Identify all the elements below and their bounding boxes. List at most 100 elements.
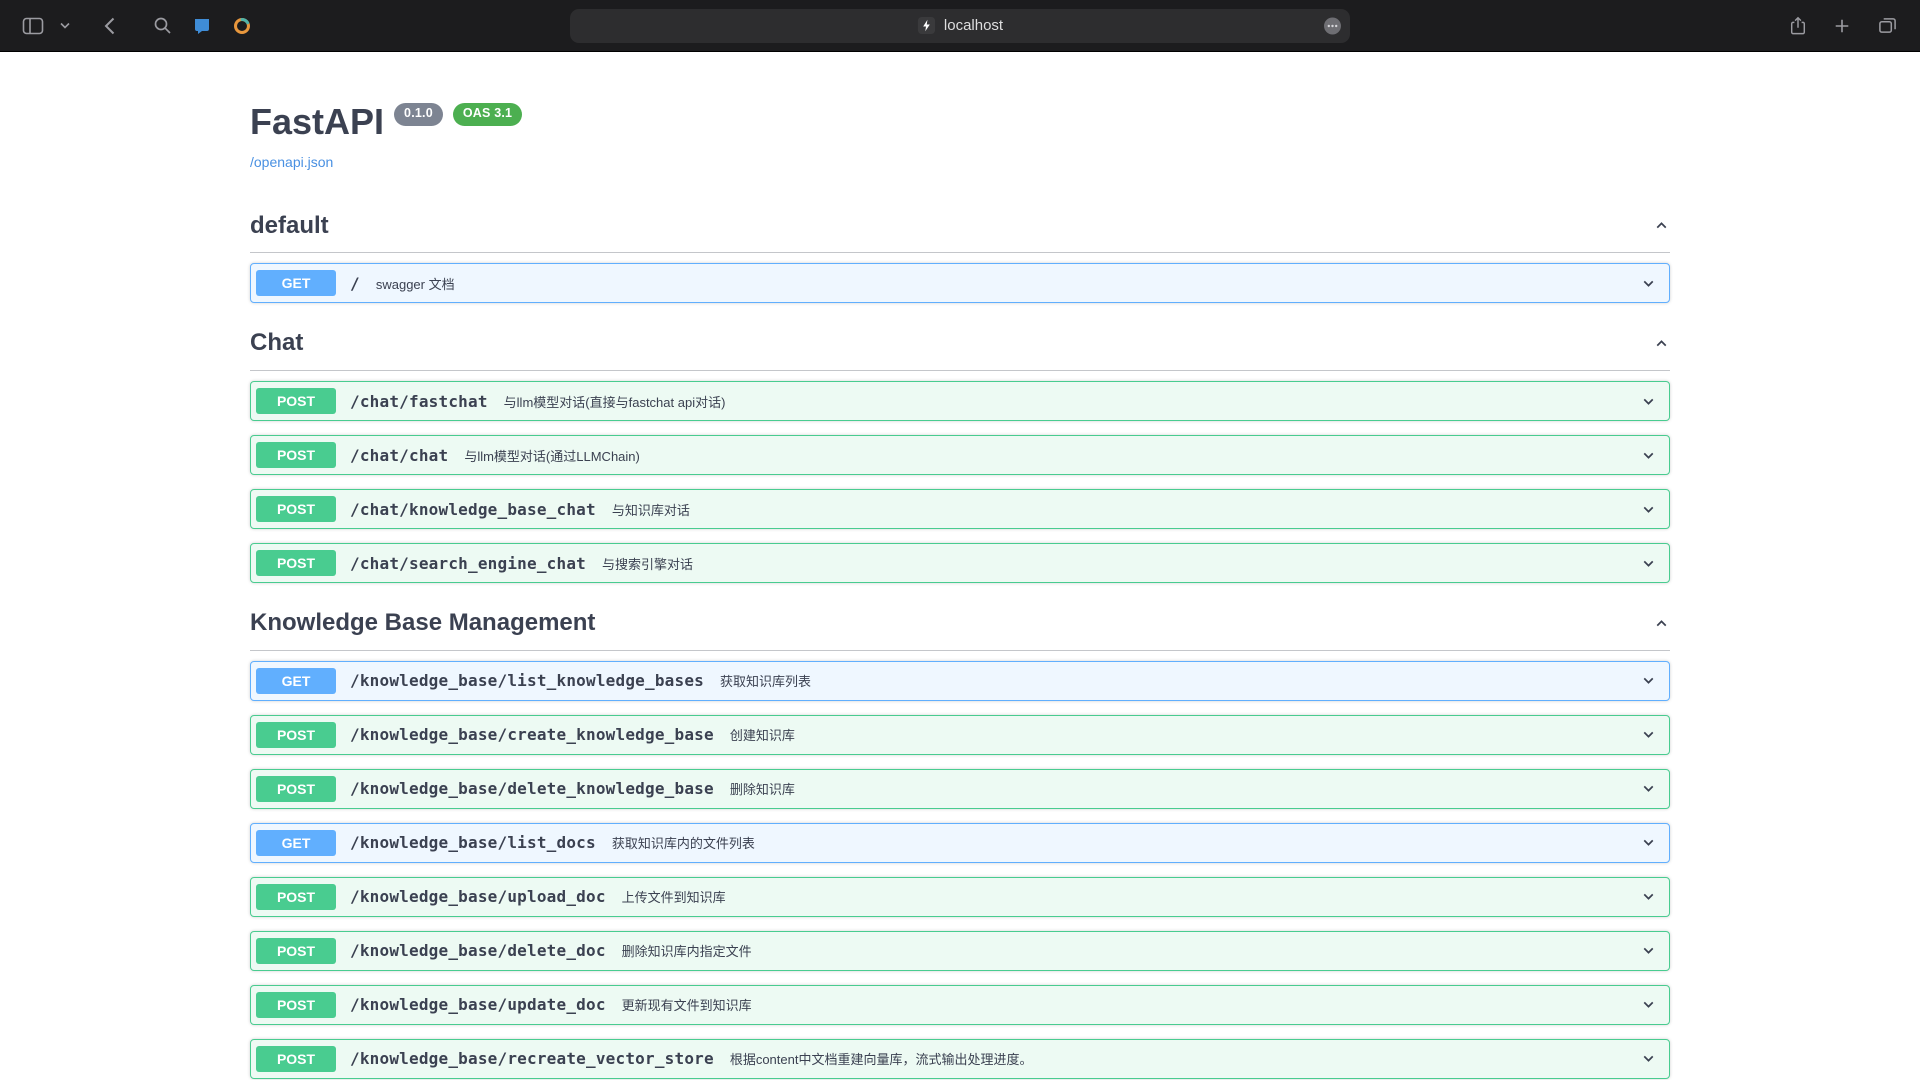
operation-path: /chat/chat [350, 446, 448, 465]
page-more-icon[interactable] [1323, 16, 1342, 35]
api-section: Chat POST /chat/fastchat 与llm模型对话(直接与fas… [250, 317, 1670, 583]
operation-path: /chat/fastchat [350, 392, 488, 411]
expand-operation-icon[interactable] [1640, 780, 1657, 797]
extension-blue-icon[interactable] [186, 10, 218, 42]
section-title: Knowledge Base Management [250, 609, 595, 638]
operation-row[interactable]: POST /knowledge_base/create_knowledge_ba… [250, 715, 1670, 755]
collapse-section-icon[interactable] [1653, 335, 1670, 352]
site-favicon [917, 16, 936, 35]
operation-summary: 删除知识库 [730, 779, 795, 798]
operation-summary: 与搜索引擎对话 [602, 554, 693, 573]
search-button[interactable] [147, 10, 178, 41]
method-badge: POST [256, 1046, 336, 1072]
operation-path: / [350, 274, 360, 293]
operation-row[interactable]: POST /chat/search_engine_chat 与搜索引擎对话 [250, 543, 1670, 583]
tab-overview-button[interactable] [1871, 10, 1904, 41]
openapi-json-link[interactable]: /openapi.json [250, 154, 333, 170]
method-badge: POST [256, 938, 336, 964]
method-badge: POST [256, 884, 336, 910]
operation-row[interactable]: POST /knowledge_base/delete_knowledge_ba… [250, 769, 1670, 809]
operation-row[interactable]: POST /chat/chat 与llm模型对话(通过LLMChain) [250, 435, 1670, 475]
expand-operation-icon[interactable] [1640, 555, 1657, 572]
operation-row[interactable]: POST /knowledge_base/recreate_vector_sto… [250, 1039, 1670, 1079]
expand-operation-icon[interactable] [1640, 942, 1657, 959]
operation-summary: 获取知识库列表 [720, 671, 811, 690]
method-badge: POST [256, 388, 336, 414]
operation-summary: 根据content中文档重建向量库，流式输出处理进度。 [730, 1049, 1033, 1068]
back-button[interactable] [98, 11, 121, 41]
method-badge: GET [256, 270, 336, 296]
expand-operation-icon[interactable] [1640, 672, 1657, 689]
expand-operation-icon[interactable] [1640, 1050, 1657, 1067]
operation-path: /knowledge_base/update_doc [350, 995, 606, 1014]
expand-operation-icon[interactable] [1640, 726, 1657, 743]
method-badge: POST [256, 496, 336, 522]
section-header[interactable]: default [250, 200, 1670, 254]
operation-summary: 删除知识库内指定文件 [622, 941, 752, 960]
method-badge: POST [256, 776, 336, 802]
operation-row[interactable]: POST /knowledge_base/upload_doc 上传文件到知识库 [250, 877, 1670, 917]
operation-path: /knowledge_base/recreate_vector_store [350, 1049, 714, 1068]
operation-summary: 创建知识库 [730, 725, 795, 744]
expand-operation-icon[interactable] [1640, 888, 1657, 905]
oas-badge: OAS 3.1 [453, 103, 522, 126]
operation-row[interactable]: GET /knowledge_base/list_docs 获取知识库内的文件列… [250, 823, 1670, 863]
api-title-text: FastAPI [250, 102, 384, 142]
operation-path: /knowledge_base/create_knowledge_base [350, 725, 714, 744]
operation-row[interactable]: GET / swagger 文档 [250, 263, 1670, 303]
method-badge: POST [256, 550, 336, 576]
operation-row[interactable]: POST /chat/fastchat 与llm模型对话(直接与fastchat… [250, 381, 1670, 421]
api-sections: default GET / swagger 文档 Chat POST /chat… [250, 200, 1670, 1079]
api-section: Knowledge Base Management GET /knowledge… [250, 597, 1670, 1079]
section-operations: GET / swagger 文档 [250, 263, 1670, 303]
method-badge: GET [256, 668, 336, 694]
share-button[interactable] [1783, 9, 1813, 43]
section-title: default [250, 212, 329, 241]
operation-path: /knowledge_base/upload_doc [350, 887, 606, 906]
method-badge: GET [256, 830, 336, 856]
collapse-section-icon[interactable] [1653, 217, 1670, 234]
operation-summary: 与llm模型对话(直接与fastchat api对话) [504, 392, 726, 411]
browser-toolbar: localhost [0, 0, 1920, 52]
operation-summary: 上传文件到知识库 [622, 887, 726, 906]
operation-path: /knowledge_base/delete_doc [350, 941, 606, 960]
section-operations: GET /knowledge_base/list_knowledge_bases… [250, 661, 1670, 1079]
version-badge: 0.1.0 [394, 103, 443, 126]
sidebar-toggle-button[interactable] [16, 11, 50, 41]
method-badge: POST [256, 992, 336, 1018]
expand-operation-icon[interactable] [1640, 447, 1657, 464]
method-badge: POST [256, 442, 336, 468]
section-title: Chat [250, 329, 303, 358]
url-text: localhost [944, 17, 1003, 34]
operation-summary: 与知识库对话 [612, 500, 690, 519]
method-badge: POST [256, 722, 336, 748]
operation-row[interactable]: POST /chat/knowledge_base_chat 与知识库对话 [250, 489, 1670, 529]
operation-row[interactable]: POST /knowledge_base/update_doc 更新现有文件到知… [250, 985, 1670, 1025]
api-section: default GET / swagger 文档 [250, 200, 1670, 304]
operation-path: /knowledge_base/list_docs [350, 833, 596, 852]
operation-summary: swagger 文档 [376, 274, 455, 293]
operation-path: /knowledge_base/delete_knowledge_base [350, 779, 714, 798]
expand-operation-icon[interactable] [1640, 501, 1657, 518]
operation-summary: 获取知识库内的文件列表 [612, 833, 755, 852]
section-header[interactable]: Knowledge Base Management [250, 597, 1670, 651]
new-tab-button[interactable] [1827, 11, 1857, 41]
operation-path: /chat/knowledge_base_chat [350, 500, 596, 519]
operation-row[interactable]: POST /knowledge_base/delete_doc 删除知识库内指定… [250, 931, 1670, 971]
operation-summary: 与llm模型对话(通过LLMChain) [464, 446, 640, 465]
page-title: FastAPI 0.1.0 OAS 3.1 [250, 102, 1670, 142]
expand-operation-icon[interactable] [1640, 834, 1657, 851]
expand-operation-icon[interactable] [1640, 275, 1657, 292]
operation-path: /chat/search_engine_chat [350, 554, 586, 573]
expand-operation-icon[interactable] [1640, 393, 1657, 410]
address-bar[interactable]: localhost [570, 9, 1350, 43]
section-header[interactable]: Chat [250, 317, 1670, 371]
expand-operation-icon[interactable] [1640, 996, 1657, 1013]
operation-summary: 更新现有文件到知识库 [622, 995, 752, 1014]
extension-ring-icon[interactable] [226, 10, 258, 42]
swagger-page: FastAPI 0.1.0 OAS 3.1 /openapi.json defa… [230, 52, 1690, 1079]
collapse-section-icon[interactable] [1653, 615, 1670, 632]
section-operations: POST /chat/fastchat 与llm模型对话(直接与fastchat… [250, 381, 1670, 583]
operation-row[interactable]: GET /knowledge_base/list_knowledge_bases… [250, 661, 1670, 701]
sidebar-chevron-icon[interactable] [58, 16, 72, 35]
